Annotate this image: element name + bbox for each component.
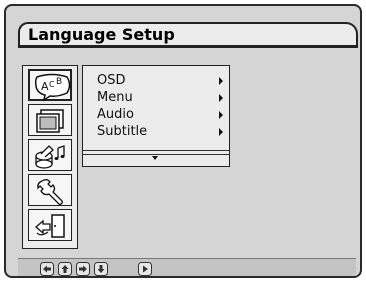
down-arrow-icon[interactable] — [94, 262, 108, 276]
menu-item-subtitle[interactable]: Subtitle — [97, 123, 225, 141]
sidebar-item-exit[interactable] — [28, 209, 72, 241]
chevron-right-icon — [219, 128, 223, 136]
display-screens-icon — [36, 109, 64, 133]
language-abc-icon: A C B — [34, 73, 71, 102]
wrench-icon — [37, 179, 63, 205]
menu-item-osd[interactable]: OSD — [97, 72, 225, 90]
menu-item-label: Menu — [97, 90, 133, 105]
svg-text:A: A — [41, 80, 49, 93]
menu-item-label: Subtitle — [97, 124, 148, 139]
speaker-music-icon — [35, 145, 65, 169]
page-title: Language Setup — [28, 25, 175, 44]
chevron-right-icon — [219, 94, 223, 102]
title-divider — [18, 45, 358, 48]
svg-text:C: C — [49, 80, 55, 89]
submenu-divider — [83, 150, 229, 151]
sidebar-item-display[interactable] — [28, 104, 72, 136]
language-submenu: OSD Menu Audio Subtitle — [82, 65, 230, 167]
sidebar-item-language[interactable]: A C B — [28, 69, 72, 102]
menu-item-label: Audio — [97, 107, 134, 122]
sidebar-item-system[interactable] — [28, 174, 72, 206]
title-tab: Language Setup — [18, 22, 358, 46]
menu-item-menu[interactable]: Menu — [97, 89, 225, 107]
svg-text:B: B — [56, 77, 62, 87]
down-triangle-icon[interactable] — [151, 155, 159, 161]
setup-panel: Language Setup A C B OSD Menu Audio Subt… — [4, 4, 362, 278]
chevron-right-icon — [219, 77, 223, 85]
category-sidebar: A C B — [22, 65, 78, 249]
chevron-right-icon — [219, 111, 223, 119]
navigation-bar — [18, 258, 356, 276]
sidebar-item-audio[interactable] — [28, 139, 72, 171]
play-icon[interactable] — [138, 262, 152, 276]
left-arrow-icon[interactable] — [40, 262, 54, 276]
menu-item-label: OSD — [97, 73, 126, 88]
exit-door-icon — [35, 214, 65, 238]
up-arrow-icon[interactable] — [58, 262, 72, 276]
right-arrow-icon[interactable] — [76, 262, 90, 276]
menu-item-audio[interactable]: Audio — [97, 106, 225, 124]
